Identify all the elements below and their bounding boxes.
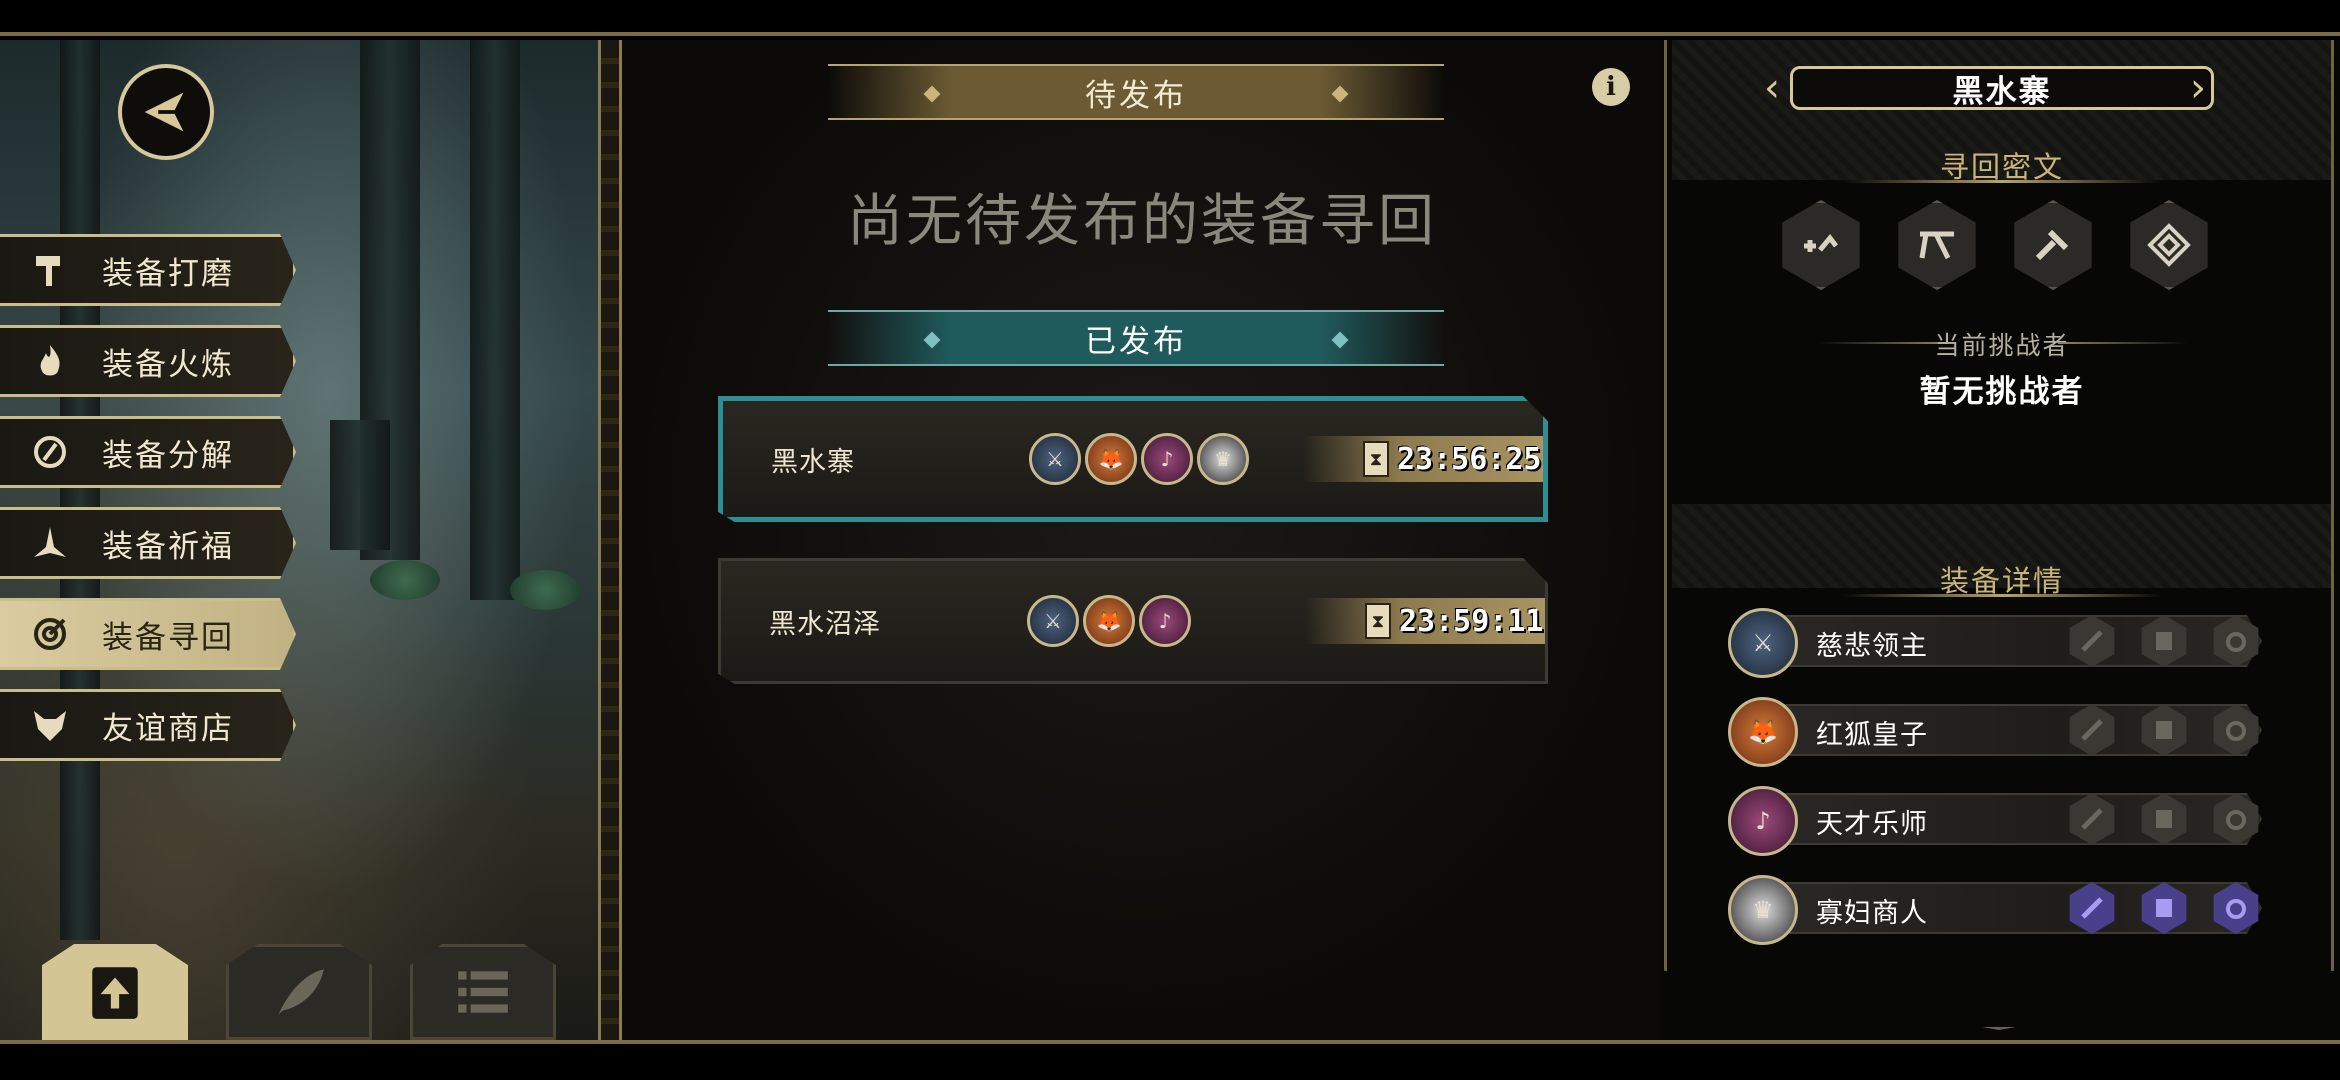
hourglass-icon: ⧗ bbox=[1365, 603, 1391, 639]
bottom-frame bbox=[0, 1040, 2340, 1080]
diamond-ornament bbox=[923, 85, 941, 103]
knight-portrait-icon: ⚔ bbox=[1728, 608, 1798, 678]
divider bbox=[2058, 342, 2188, 344]
menu-item-label: 装备分解 bbox=[102, 437, 234, 474]
fox-avatar-icon: 🦊 bbox=[1085, 433, 1137, 485]
hero-row[interactable]: ♛ 寡妇商人 bbox=[1728, 875, 2264, 945]
knight-avatar-icon: ⚔ bbox=[1029, 433, 1081, 485]
empty-pending-message: 尚无待发布的装备寻回 bbox=[847, 189, 1437, 254]
quest-party: ⚔ 🦊 ♪ bbox=[1027, 595, 1191, 647]
menu-item-polish[interactable]: 装备打磨 bbox=[0, 234, 296, 306]
back-button[interactable] bbox=[118, 64, 214, 160]
list-button[interactable] bbox=[410, 944, 556, 1040]
upload-icon bbox=[92, 967, 138, 1019]
challenger-label: 当前挑战者 bbox=[1934, 331, 2070, 360]
quest-card[interactable]: 黑水寨 ⚔ 🦊 ♪ ♛ ⧗ 23:56:25 bbox=[718, 396, 1548, 522]
tree-stump bbox=[330, 420, 390, 550]
published-banner: 已发布 bbox=[828, 310, 1444, 366]
cipher-underline bbox=[1842, 180, 2162, 183]
timer-text: 23:59:11 bbox=[1399, 603, 1544, 639]
menu-item-label: 友谊商店 bbox=[102, 710, 234, 747]
hero-name: 慈悲领主 bbox=[1816, 631, 1928, 662]
next-region-icon[interactable]: › bbox=[2190, 66, 2216, 110]
menu-item-label: 装备打磨 bbox=[102, 255, 234, 292]
details-underline bbox=[1842, 594, 2162, 597]
hero-row[interactable]: ⚔ 慈悲领主 bbox=[1728, 608, 2264, 678]
diamond-ornament bbox=[1331, 85, 1349, 103]
menu-item-dismantle[interactable]: 装备分解 bbox=[0, 416, 296, 488]
back-arrow-icon bbox=[144, 92, 186, 132]
pending-title: 待发布 bbox=[1085, 77, 1187, 114]
quest-name: 黑水沼泽 bbox=[769, 608, 881, 640]
timer-text: 23:56:25 bbox=[1397, 441, 1542, 477]
region-title: 黑水寨 bbox=[1790, 66, 2214, 110]
widow-avatar-icon: ♛ bbox=[1197, 433, 1249, 485]
bard-avatar-icon: ♪ bbox=[1139, 595, 1191, 647]
tree-trunk bbox=[60, 40, 100, 940]
top-frame bbox=[0, 0, 2340, 36]
bush bbox=[370, 560, 440, 600]
hourglass-icon: ⧗ bbox=[1363, 441, 1389, 477]
menu-item-retrieve[interactable]: 装备寻回 bbox=[0, 598, 296, 670]
hero-row[interactable]: 🦊 红狐皇子 bbox=[1728, 697, 2264, 767]
info-icon[interactable]: i bbox=[1592, 68, 1630, 106]
widow-portrait-icon: ♛ bbox=[1728, 875, 1798, 945]
hammer-icon bbox=[26, 246, 74, 294]
bard-avatar-icon: ♪ bbox=[1141, 433, 1193, 485]
diamond-ornament bbox=[1331, 331, 1349, 349]
bush bbox=[510, 570, 580, 610]
previous-region-icon[interactable]: ‹ bbox=[1764, 66, 1790, 110]
dismantle-icon bbox=[26, 428, 74, 476]
feather-icon bbox=[278, 969, 324, 1015]
flame-icon bbox=[26, 337, 74, 385]
quest-name: 黑水寨 bbox=[771, 446, 855, 478]
fox-portrait-icon: 🦊 bbox=[1728, 697, 1798, 767]
published-title: 已发布 bbox=[1085, 323, 1187, 360]
upload-button[interactable] bbox=[42, 944, 188, 1040]
quest-party: ⚔ 🦊 ♪ ♛ bbox=[1029, 433, 1249, 485]
list-icon bbox=[458, 971, 508, 1013]
fox-avatar-icon: 🦊 bbox=[1083, 595, 1135, 647]
menu-item-forge[interactable]: 装备火炼 bbox=[0, 325, 296, 397]
menu-item-shop[interactable]: 友谊商店 bbox=[0, 689, 296, 761]
knight-avatar-icon: ⚔ bbox=[1027, 595, 1079, 647]
hero-name: 红狐皇子 bbox=[1816, 720, 1928, 751]
pray-icon bbox=[26, 519, 74, 567]
hero-row[interactable]: ♪ 天才乐师 bbox=[1728, 786, 2264, 856]
menu-item-label: 装备祈福 bbox=[102, 528, 234, 565]
challenger-value: 暂无挑战者 bbox=[1919, 374, 2085, 410]
bard-portrait-icon: ♪ bbox=[1728, 786, 1798, 856]
quest-card[interactable]: 黑水沼泽 ⚔ 🦊 ♪ ⧗ 23:59:11 bbox=[718, 558, 1548, 684]
feather-button[interactable] bbox=[226, 944, 372, 1040]
quest-timer: ⧗ 23:56:25 bbox=[1303, 436, 1543, 482]
tree-trunk bbox=[470, 40, 520, 600]
diamond-ornament bbox=[923, 331, 941, 349]
menu-item-pray[interactable]: 装备祈福 bbox=[0, 507, 296, 579]
fox-head-icon bbox=[26, 701, 74, 749]
pending-banner: 待发布 bbox=[828, 64, 1444, 120]
hero-name: 寡妇商人 bbox=[1816, 898, 1928, 929]
target-icon bbox=[26, 610, 74, 658]
hero-name: 天才乐师 bbox=[1816, 809, 1928, 840]
menu-item-label: 装备寻回 bbox=[102, 619, 234, 656]
quest-timer: ⧗ 23:59:11 bbox=[1305, 598, 1545, 644]
menu-item-label: 装备火炼 bbox=[102, 346, 234, 383]
left-panel-border bbox=[598, 40, 622, 1040]
